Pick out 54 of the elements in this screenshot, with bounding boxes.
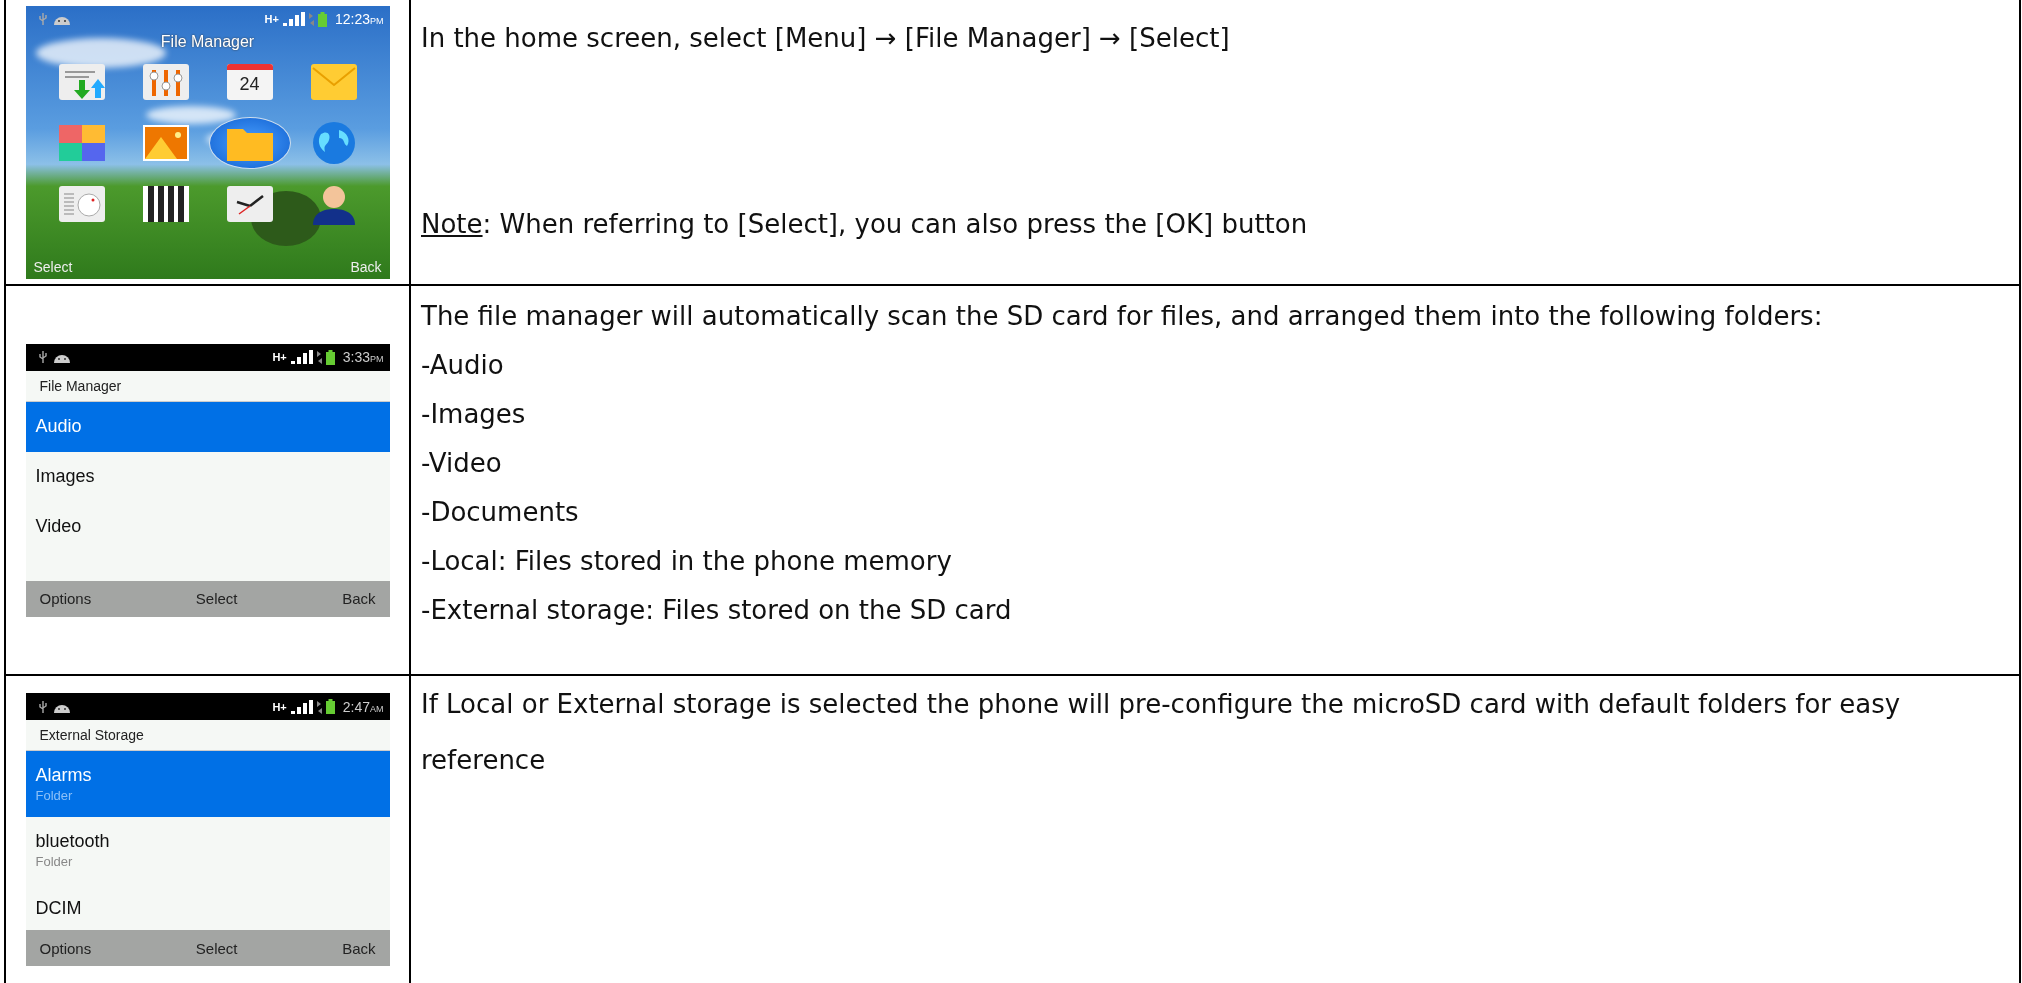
list-item[interactable]: Video (25, 501, 390, 552)
signal-icon (290, 350, 313, 364)
piano-keys-icon[interactable] (142, 185, 189, 222)
clock-time: 3:33PM (342, 349, 384, 365)
calendar-icon[interactable]: 24 (226, 63, 273, 100)
instruction-text: If Local or External storage is selected the phone will pre-configure the microSD card with default folders for easy reference (421, 688, 1902, 777)
usb-icon (37, 12, 48, 26)
folder-list-item: -Audio (421, 349, 505, 382)
signal-icon (290, 699, 313, 714)
list-item[interactable]: Alarms Folder (25, 751, 390, 817)
list-item[interactable]: Images (25, 451, 390, 502)
clock-icon[interactable] (226, 185, 273, 222)
softkey[interactable]: Back (350, 258, 382, 275)
battery-icon (317, 11, 327, 27)
network-type: H+ (264, 13, 279, 25)
softkey[interactable]: Options (39, 939, 92, 957)
softkey[interactable]: Back (342, 590, 376, 607)
envelope-icon[interactable] (310, 63, 357, 100)
usb-icon (37, 350, 48, 364)
data-arrows-icon (308, 12, 314, 26)
screen-title: File Manager (25, 370, 390, 402)
signal-icon (282, 12, 305, 26)
folder-list-item: -Images (421, 398, 527, 431)
battery-icon (325, 349, 335, 365)
battery-icon (325, 699, 335, 714)
clock-time: 12:23PM (334, 11, 384, 27)
folder-list-item: -Documents (421, 496, 580, 529)
softkey[interactable]: Select (33, 258, 73, 275)
instruction-text: The file manager will automatically scan the SD card for files, and arranged them into the following folders: (421, 300, 1824, 333)
softkey[interactable]: Options (39, 590, 92, 607)
tiles-icon[interactable] (58, 124, 105, 161)
instruction-text: In the home screen, select [Menu] → [File Manager] → [Select] (421, 22, 1231, 55)
folder-list-item: -Local: Files stored in the phone memory (421, 545, 953, 578)
screen-title: File Manager (160, 32, 255, 51)
note-text: Note: When referring to [Select], you can also press the [OK] button (421, 208, 1309, 241)
transfer-icon[interactable] (58, 63, 105, 100)
data-arrows-icon (316, 350, 322, 364)
list-item[interactable]: Audio (25, 401, 390, 452)
network-type: H+ (272, 700, 287, 713)
softkey[interactable]: Back (342, 939, 376, 957)
folder-list-item: -External storage: Files stored on the SD card (421, 594, 1013, 627)
data-arrows-icon (316, 699, 322, 714)
network-type: H+ (272, 351, 287, 363)
usb-icon (37, 699, 48, 714)
list-item[interactable]: DCIM (25, 883, 390, 930)
globe-icon[interactable] (312, 121, 355, 164)
softkey[interactable]: Select (195, 590, 238, 607)
clock-time: 2:47AM (342, 698, 384, 715)
picture-icon[interactable] (142, 124, 189, 161)
folder-list-item: -Video (421, 447, 503, 480)
list-item[interactable]: bluetooth Folder (25, 817, 390, 883)
equalizer-icon[interactable] (142, 63, 189, 100)
radio-icon[interactable] (58, 185, 105, 222)
softkey[interactable]: Select (195, 939, 238, 957)
